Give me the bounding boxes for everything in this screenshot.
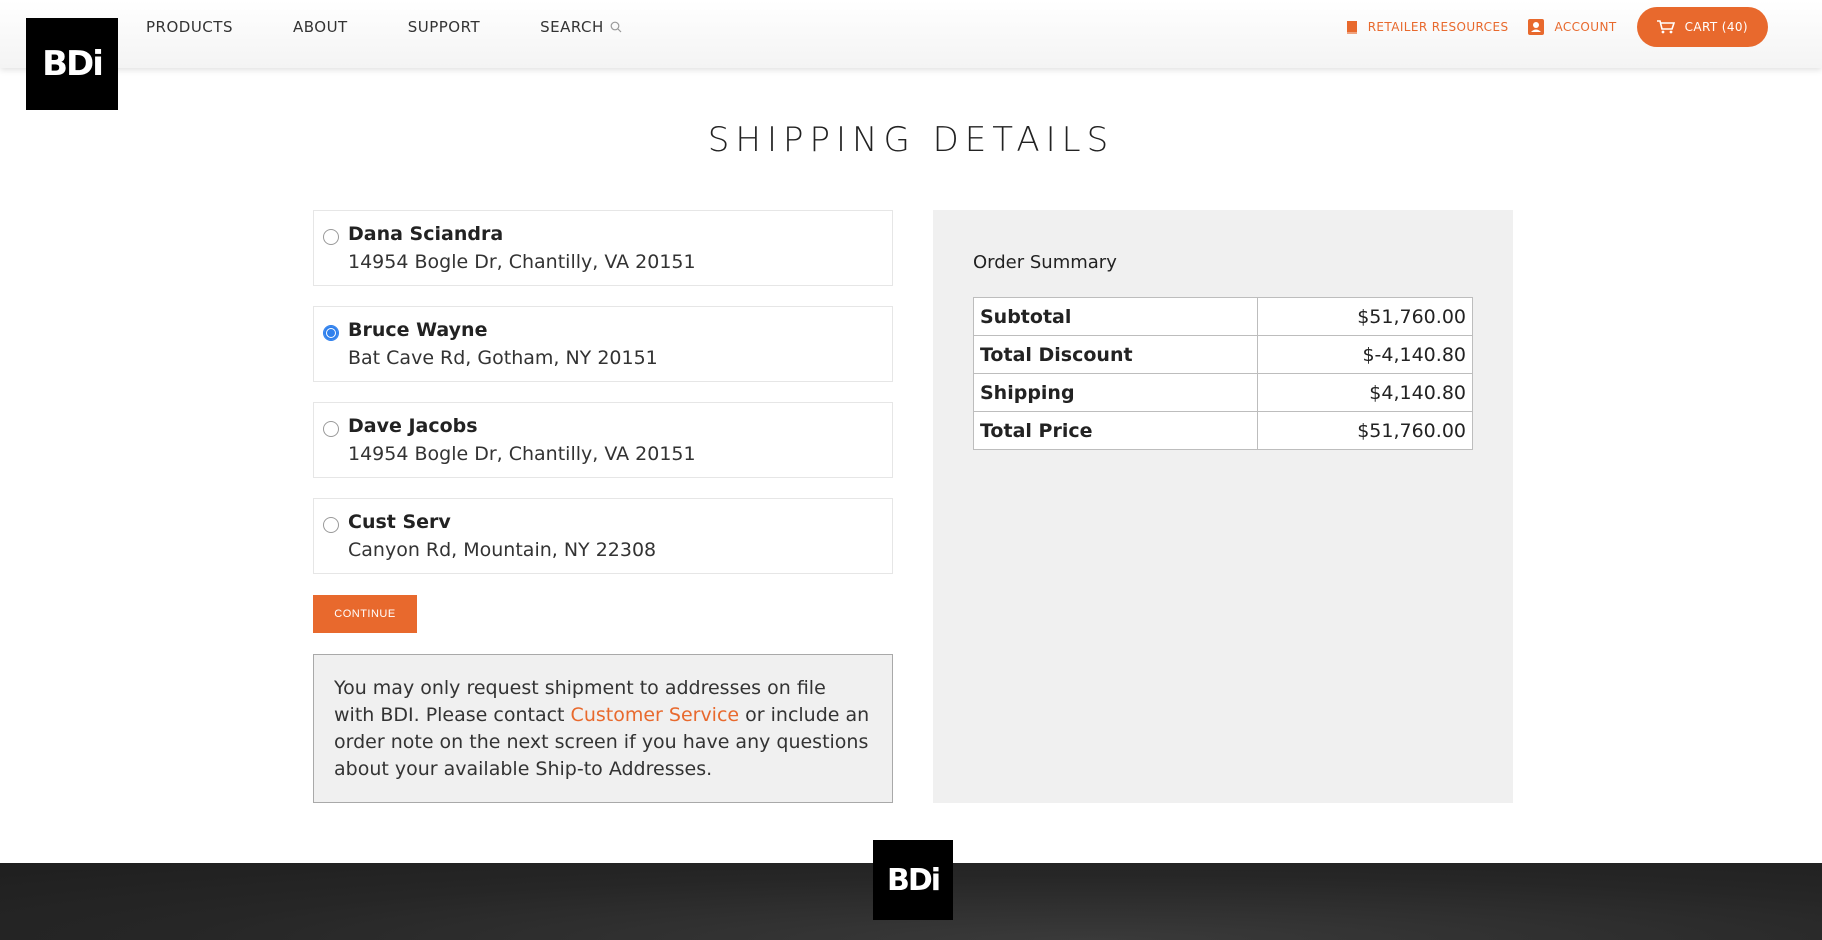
address-option[interactable]: Bruce Wayne Bat Cave Rd, Gotham, NY 2015… bbox=[313, 306, 893, 382]
address-line: Bat Cave Rd, Gotham, NY 20151 bbox=[348, 347, 658, 369]
shipping-notice: You may only request shipment to address… bbox=[313, 654, 893, 803]
nav-search[interactable]: SEARCH bbox=[540, 18, 622, 36]
address-name: Dave Jacobs bbox=[348, 415, 478, 437]
address-option[interactable]: Dave Jacobs 14954 Bogle Dr, Chantilly, V… bbox=[313, 402, 893, 478]
search-icon bbox=[610, 21, 622, 33]
nav-about[interactable]: ABOUT bbox=[293, 18, 348, 36]
address-name: Dana Sciandra bbox=[348, 223, 504, 245]
retailer-resources-label: RETAILER RESOURCES bbox=[1367, 20, 1509, 34]
page-title: SHIPPING DETAILS bbox=[707, 120, 1115, 160]
address-line: 14954 Bogle Dr, Chantilly, VA 20151 bbox=[348, 443, 696, 465]
summary-label: Total Discount bbox=[973, 335, 1258, 374]
address-radio-selected[interactable] bbox=[323, 325, 339, 341]
address-option[interactable]: Dana Sciandra 14954 Bogle Dr, Chantilly,… bbox=[313, 210, 893, 286]
address-line: Canyon Rd, Mountain, NY 22308 bbox=[348, 539, 657, 561]
address-list: Dana Sciandra 14954 Bogle Dr, Chantilly,… bbox=[313, 210, 893, 594]
summary-value: $51,760.00 bbox=[1257, 297, 1473, 336]
address-name: Bruce Wayne bbox=[348, 319, 488, 341]
table-row: Total Price $51,760.00 bbox=[973, 411, 1473, 450]
address-radio[interactable] bbox=[323, 229, 339, 245]
address-line: 14954 Bogle Dr, Chantilly, VA 20151 bbox=[348, 251, 696, 273]
nav-support[interactable]: SUPPORT bbox=[408, 18, 480, 36]
summary-label: Subtotal bbox=[973, 297, 1258, 336]
address-radio[interactable] bbox=[323, 421, 339, 437]
cart-button[interactable]: CART (40) bbox=[1636, 7, 1768, 47]
order-summary-table: Subtotal $51,760.00 Total Discount $-4,1… bbox=[973, 297, 1473, 450]
order-summary-panel: Order Summary Subtotal $51,760.00 Total … bbox=[933, 210, 1513, 803]
summary-value: $-4,140.80 bbox=[1257, 335, 1473, 374]
nav-products[interactable]: PRODUCTS bbox=[146, 18, 233, 36]
continue-button[interactable]: CONTINUE bbox=[313, 595, 417, 633]
table-row: Total Discount $-4,140.80 bbox=[973, 335, 1473, 374]
nav-about-label: ABOUT bbox=[292, 18, 348, 36]
nav-support-label: SUPPORT bbox=[407, 18, 481, 36]
footer-logo[interactable]: BDi bbox=[873, 840, 953, 920]
address-name: Cust Serv bbox=[348, 511, 451, 533]
utility-nav: RETAILER RESOURCES ACCOUNT CART (40) bbox=[1346, 0, 1768, 54]
site-header: PRODUCTS ABOUT SUPPORT SEARCH RETAILER R… bbox=[0, 0, 1822, 68]
logo-text: BDi bbox=[42, 44, 104, 84]
address-radio[interactable] bbox=[323, 517, 339, 533]
retailer-resources-link[interactable]: RETAILER RESOURCES bbox=[1346, 20, 1509, 34]
book-icon bbox=[1346, 20, 1357, 34]
summary-value: $4,140.80 bbox=[1257, 373, 1473, 412]
cart-icon bbox=[1656, 20, 1675, 34]
bdi-logo[interactable]: BDi bbox=[26, 18, 118, 110]
account-link[interactable]: ACCOUNT bbox=[1528, 19, 1616, 35]
footer-logo-text: BDi bbox=[886, 862, 941, 898]
nav-products-label: PRODUCTS bbox=[146, 18, 233, 36]
customer-service-link[interactable]: Customer Service bbox=[571, 704, 740, 726]
cart-label: CART (40) bbox=[1684, 20, 1748, 34]
summary-label: Total Price bbox=[973, 411, 1258, 450]
table-row: Shipping $4,140.80 bbox=[973, 373, 1473, 412]
summary-value: $51,760.00 bbox=[1257, 411, 1473, 450]
main-nav: PRODUCTS ABOUT SUPPORT SEARCH bbox=[146, 18, 682, 36]
table-row: Subtotal $51,760.00 bbox=[973, 297, 1473, 336]
address-option[interactable]: Cust Serv Canyon Rd, Mountain, NY 22308 bbox=[313, 498, 893, 574]
order-summary-title: Order Summary bbox=[973, 252, 1117, 273]
nav-search-label: SEARCH bbox=[540, 18, 604, 36]
summary-label: Shipping bbox=[973, 373, 1258, 412]
account-icon bbox=[1528, 19, 1545, 35]
account-label: ACCOUNT bbox=[1554, 20, 1617, 34]
